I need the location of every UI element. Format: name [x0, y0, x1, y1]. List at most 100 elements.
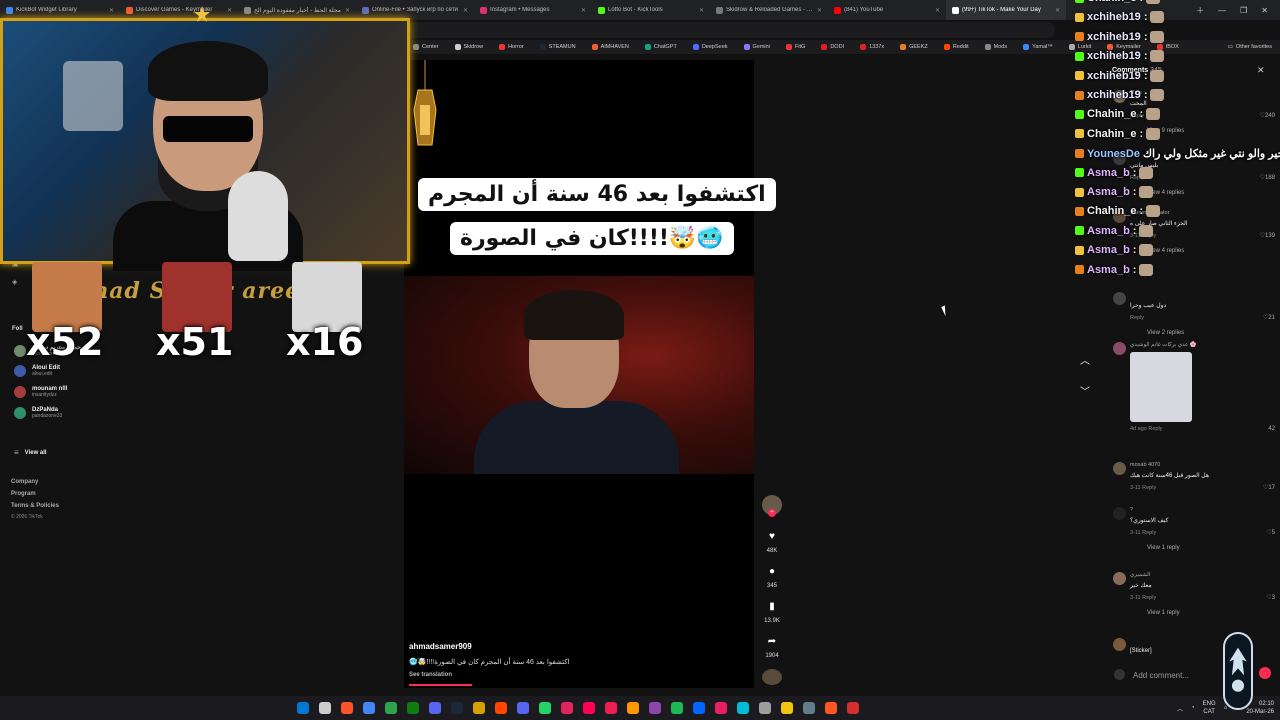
- comment-likes[interactable]: ♡21: [1263, 314, 1275, 321]
- bookmark-item[interactable]: Reddit: [936, 44, 977, 50]
- comment-button[interactable]: ● 345: [760, 566, 784, 589]
- taskbar-app-icon[interactable]: [402, 696, 424, 720]
- avatar[interactable]: [1113, 462, 1126, 475]
- share-button[interactable]: ➦ 1904: [760, 636, 784, 659]
- bookmark-item[interactable]: STEAMUN: [532, 44, 584, 50]
- browser-tab[interactable]: (99+) TikTok - Make Your Day ✕: [946, 0, 1066, 20]
- maximize-icon[interactable]: ❐: [1240, 6, 1247, 15]
- comment-author[interactable]: mosab 4070: [1130, 462, 1160, 468]
- avatar[interactable]: [1113, 507, 1126, 520]
- comment-meta[interactable]: 3-11 Reply: [1130, 530, 1156, 536]
- taskbar-app-icon[interactable]: [842, 696, 864, 720]
- following-item[interactable]: mounam nlll insanitydzz: [14, 386, 67, 398]
- tab-close-icon[interactable]: ✕: [463, 7, 468, 14]
- bookmark-item[interactable]: DODI: [813, 44, 852, 50]
- address-bar[interactable]: [405, 22, 1055, 38]
- taskbar-app-icon[interactable]: [292, 696, 314, 720]
- close-comments-icon[interactable]: ✕: [1257, 65, 1265, 76]
- browser-tab[interactable]: Lotto Bot - KickTools ✕: [592, 0, 710, 20]
- view-replies-link[interactable]: View 1 reply: [1147, 610, 1180, 616]
- comment-likes[interactable]: ♡240: [1260, 112, 1275, 119]
- browser-tab[interactable]: Instagram • Messages ✕: [474, 0, 592, 20]
- bookmark-item[interactable]: FitG: [778, 44, 813, 50]
- bookmark-item[interactable]: ChatGPT: [637, 44, 685, 50]
- comment-likes[interactable]: ♡3: [1266, 594, 1275, 601]
- comment-likes[interactable]: ♡5: [1266, 529, 1275, 536]
- tab-close-icon[interactable]: ✕: [109, 7, 114, 14]
- footer-company[interactable]: Company: [11, 479, 38, 485]
- taskbar-app-icon[interactable]: [820, 696, 842, 720]
- comment-meta[interactable]: 3-11 Reply: [1130, 485, 1156, 491]
- comment-meta[interactable]: 3-11 Reply: [1130, 595, 1156, 601]
- language-indicator[interactable]: ENG CAT: [1203, 700, 1216, 716]
- taskbar-app-icon[interactable]: [358, 696, 380, 720]
- taskbar-app-icon[interactable]: [556, 696, 578, 720]
- avatar[interactable]: [1113, 638, 1126, 651]
- avatar[interactable]: [1113, 342, 1126, 355]
- following-item[interactable]: DzPaNda pandazone33: [14, 407, 62, 419]
- bookmark-item[interactable]: Center: [405, 44, 447, 50]
- bookmark-item[interactable]: GEEKZ: [892, 44, 936, 50]
- comment-likes[interactable]: ♡17: [1263, 484, 1275, 491]
- bookmark-item[interactable]: DeepSeek: [685, 44, 736, 50]
- bookmark-item[interactable]: Gemini: [736, 44, 778, 50]
- next-video-icon[interactable]: ﹀: [1080, 383, 1094, 398]
- taskbar-app-icon[interactable]: [644, 696, 666, 720]
- see-translation-link[interactable]: See translation: [409, 672, 570, 678]
- tab-close-icon[interactable]: ✕: [1055, 7, 1060, 14]
- taskbar-app-icon[interactable]: [776, 696, 798, 720]
- browser-tab[interactable]: (841) YouTube ✕: [828, 0, 946, 20]
- comment-image[interactable]: [1130, 352, 1192, 422]
- comment-likes[interactable]: ♡139: [1260, 232, 1275, 239]
- comment-author[interactable]: عدي بركات غانم الوشيدي 🌸: [1130, 342, 1197, 348]
- taskbar-app-icon[interactable]: [600, 696, 622, 720]
- browser-tab[interactable]: KickBot Widget Library ✕: [0, 0, 120, 20]
- taskbar-app-icon[interactable]: [710, 696, 732, 720]
- taskbar-app-icon[interactable]: [622, 696, 644, 720]
- previous-video-icon[interactable]: ︿: [1080, 352, 1094, 367]
- tab-close-icon[interactable]: ✕: [581, 7, 586, 14]
- comment-author[interactable]: ?: [1130, 507, 1133, 513]
- bookmark-item[interactable]: Mods: [977, 44, 1015, 50]
- taskbar-app-icon[interactable]: [666, 696, 688, 720]
- footer-program[interactable]: Program: [11, 491, 36, 497]
- taskbar-app-icon[interactable]: [534, 696, 556, 720]
- tab-close-icon[interactable]: ✕: [935, 7, 940, 14]
- bookmark-item[interactable]: 1337x: [852, 44, 892, 50]
- taskbar-app-icon[interactable]: [380, 696, 402, 720]
- following-item[interactable]: Aloui Edit aloui.edit: [14, 365, 60, 377]
- taskbar-app-icon[interactable]: [798, 696, 820, 720]
- comment-meta[interactable]: Reply: [1130, 315, 1144, 321]
- taskbar-app-icon[interactable]: [424, 696, 446, 720]
- view-replies-link[interactable]: View 2 replies: [1147, 330, 1184, 336]
- taskbar-app-icon[interactable]: [446, 696, 468, 720]
- footer-terms[interactable]: Terms & Policies: [11, 503, 59, 509]
- bookmark-button[interactable]: ▮ 13.9K: [760, 601, 784, 624]
- taskbar-app-icon[interactable]: [688, 696, 710, 720]
- browser-tab[interactable]: Online-File • Запуск игр по сети ✕: [356, 0, 474, 20]
- browser-tab[interactable]: Skidrow & Reloaded Games - Do ✕: [710, 0, 828, 20]
- explore-icon[interactable]: ◈: [12, 278, 17, 286]
- avatar[interactable]: [1113, 572, 1126, 585]
- taskbar-app-icon[interactable]: [754, 696, 776, 720]
- taskbar-app-icon[interactable]: [578, 696, 600, 720]
- music-disc-icon[interactable]: [762, 669, 782, 685]
- taskbar-app-icon[interactable]: [490, 696, 512, 720]
- comment-author[interactable]: الشميري: [1130, 572, 1150, 578]
- bookmark-item[interactable]: Yamal™: [1015, 44, 1061, 50]
- tab-close-icon[interactable]: ✕: [227, 7, 232, 14]
- video-progress-bar[interactable]: [409, 684, 472, 686]
- browser-tab[interactable]: مجلة الحظ - أخبار مفقودة اليوم الح ✕: [238, 0, 356, 20]
- heart-button[interactable]: ♥ 48K: [760, 531, 784, 554]
- comment-likes[interactable]: ♡188: [1260, 174, 1275, 181]
- bookmark-item[interactable]: Horror: [491, 44, 532, 50]
- tab-close-icon[interactable]: ✕: [817, 7, 822, 14]
- video-username[interactable]: ahmadsamer909: [409, 642, 570, 651]
- tray-chevron-icon[interactable]: ︿: [1177, 704, 1183, 713]
- taskbar-app-icon[interactable]: [468, 696, 490, 720]
- taskbar-app-icon[interactable]: [732, 696, 754, 720]
- taskbar-app-icon[interactable]: [336, 696, 358, 720]
- view-all-link[interactable]: ≡ View all: [14, 448, 47, 457]
- bookmark-item[interactable]: AIMHAVEN: [584, 44, 637, 50]
- follow-plus-icon[interactable]: +: [768, 509, 776, 517]
